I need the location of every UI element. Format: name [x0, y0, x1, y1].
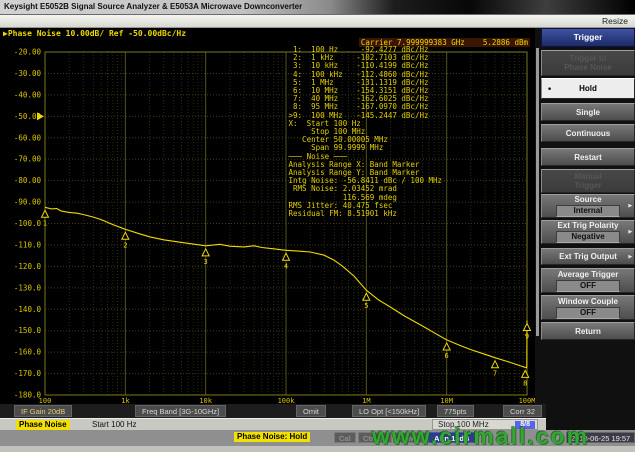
phase-noise-chart: -20.00-30.00-40.00-50.00-60.00-70.00-80.… — [0, 28, 535, 404]
softkey-value: OFF — [556, 307, 620, 319]
svg-text:-150.0: -150.0 — [14, 326, 42, 335]
submenu-arrow-icon: ▸ — [628, 252, 632, 261]
softkey-label: Single — [576, 108, 600, 117]
selected-bullet-icon: • — [548, 84, 551, 93]
trace-marker-1: 1 — [42, 210, 49, 227]
svg-text:-60.00: -60.00 — [14, 133, 42, 142]
svg-text:-160.0: -160.0 — [14, 348, 42, 357]
trace-marker-8: 8 — [522, 370, 529, 387]
softkey-label: Ext Trig Polarity — [558, 221, 619, 230]
softkey-hold[interactable]: • Hold — [541, 78, 635, 99]
svg-text:2: 2 — [123, 241, 127, 249]
svg-text:-130.0: -130.0 — [14, 283, 42, 292]
softkey-window-couple[interactable]: Window CoupleOFF — [541, 295, 635, 320]
status-seg-lo-opt-150khz: LO Opt [<150kHz] — [352, 405, 426, 417]
softkey-label: Hold — [579, 84, 597, 93]
softkey-manual-trigger: Manual Trigger — [541, 169, 635, 193]
trace-marker-4: 4 — [283, 253, 290, 270]
window-titlebar: Keysight E5052B Signal Source Analyzer &… — [0, 0, 635, 15]
softkey-label: Average Trigger — [558, 270, 619, 279]
svg-text:-100.0: -100.0 — [14, 219, 42, 228]
svg-text:1M: 1M — [362, 397, 370, 404]
svg-text:100: 100 — [39, 397, 52, 404]
svg-text:-120.0: -120.0 — [14, 262, 42, 271]
status-seg-775pts: 775pts — [437, 405, 474, 417]
svg-text:1k: 1k — [121, 397, 130, 404]
svg-text:100k: 100k — [278, 397, 296, 404]
svg-text:10k: 10k — [199, 397, 212, 404]
svg-text:100M: 100M — [519, 397, 535, 404]
svg-text:-40.00: -40.00 — [14, 90, 42, 99]
softkey-average-trigger[interactable]: Average TriggerOFF — [541, 268, 635, 293]
watermark-text: www.cirmall.com — [372, 423, 634, 450]
svg-text:5: 5 — [364, 302, 368, 310]
softkey-menu-header: Trigger — [541, 28, 635, 47]
softkey-label: Manual Trigger — [574, 172, 602, 190]
window-title: Keysight E5052B Signal Source Analyzer &… — [4, 2, 302, 11]
softkey-label: Restart — [574, 153, 602, 162]
hardware-status-row: IF Gain 20dB Freq Band [3G-10GHz] Omit LO O… — [0, 404, 546, 418]
status-seg-omit: Omit — [296, 405, 326, 417]
trace-scale-text: Phase Noise 10.00dB/ Ref -50.00dBc/Hz — [8, 29, 186, 38]
softkey-menu: Trigger Trigger to Phase Noise • Hold Singl… — [541, 28, 635, 368]
svg-text:-170.0: -170.0 — [14, 369, 42, 378]
svg-text:-80.00: -80.00 — [14, 176, 42, 185]
softkey-label: Ext Trig Output — [559, 252, 617, 261]
svg-text:6: 6 — [445, 352, 449, 360]
svg-text:1: 1 — [43, 219, 47, 227]
trigger-state-badge: Phase Noise: Hold — [234, 432, 310, 442]
submenu-arrow-icon: ▸ — [628, 228, 632, 237]
cal-indicator: Cal — [334, 432, 356, 443]
trace-marker-7: 7 — [492, 361, 499, 378]
svg-text:9: 9 — [525, 332, 529, 340]
softkey-ext-trig-output[interactable]: Ext Trig Output ▸ — [541, 248, 635, 265]
sweep-start-label: Start 100 Hz — [92, 420, 136, 429]
softkey-label: Trigger to Phase Noise — [564, 54, 612, 72]
status-seg-corr-32: Corr 32 — [503, 405, 542, 417]
svg-text:3: 3 — [204, 258, 208, 266]
submenu-arrow-icon: ▸ — [628, 202, 632, 211]
softkey-scrollbar[interactable] — [536, 48, 539, 336]
svg-text:-110.0: -110.0 — [14, 240, 42, 249]
softkey-continuous[interactable]: Continuous — [541, 124, 635, 142]
softkey-return[interactable]: Return — [541, 322, 635, 340]
svg-text:8: 8 — [523, 379, 527, 387]
svg-text:4: 4 — [284, 262, 288, 270]
phase-noise-badge: Phase Noise — [16, 420, 70, 430]
svg-text:-70.00: -70.00 — [14, 155, 42, 164]
menu-bar: Resize — [0, 15, 635, 28]
trace-marker-5: 5 — [363, 293, 370, 310]
softkey-value: Internal — [556, 205, 620, 217]
svg-text:-140.0: -140.0 — [14, 305, 42, 314]
status-seg-if-gain-20db: IF Gain 20dB — [14, 405, 72, 417]
svg-text:7: 7 — [493, 370, 497, 378]
svg-text:-20.00: -20.00 — [14, 48, 42, 57]
resize-menu-item[interactable]: Resize — [602, 16, 628, 26]
svg-text:-90.00: -90.00 — [14, 198, 42, 207]
softkey-label: Window Couple — [558, 297, 618, 306]
softkey-single[interactable]: Single — [541, 103, 635, 121]
softkey-trigger-to-phase-noise: Trigger to Phase Noise — [541, 50, 635, 76]
trace-marker-6: 6 — [443, 343, 450, 360]
marker-readout: 1: 100 Hz -92.4277 dBc/Hz 2: 1 kHz -102.… — [284, 46, 442, 218]
softkey-label: Source — [574, 195, 601, 204]
instrument-screen: -20.00-30.00-40.00-50.00-60.00-70.00-80.… — [0, 28, 535, 404]
softkey-value: Negative — [556, 231, 620, 243]
trace-marker-3: 3 — [202, 249, 209, 266]
softkey-value: OFF — [556, 280, 620, 292]
softkey-ext-trig-polarity[interactable]: Ext Trig PolarityNegative ▸ — [541, 220, 635, 244]
softkey-label: Continuous — [566, 129, 610, 138]
trace-marker-9: 9 — [524, 323, 531, 340]
softkey-restart[interactable]: Restart — [541, 148, 635, 166]
svg-text:-180.0: -180.0 — [14, 391, 42, 400]
svg-text:10M: 10M — [440, 397, 453, 404]
svg-text:-30.00: -30.00 — [14, 69, 42, 78]
softkey-label: Return — [575, 327, 601, 336]
softkey-source[interactable]: SourceInternal ▸ — [541, 194, 635, 218]
trace-marker-2: 2 — [122, 232, 129, 249]
trace-scale-label: ▶Phase Noise 10.00dB/ Ref -50.00dBc/Hz — [3, 29, 186, 38]
status-seg-freq-band-3g-10ghz: Freq Band [3G-10GHz] — [135, 405, 226, 417]
